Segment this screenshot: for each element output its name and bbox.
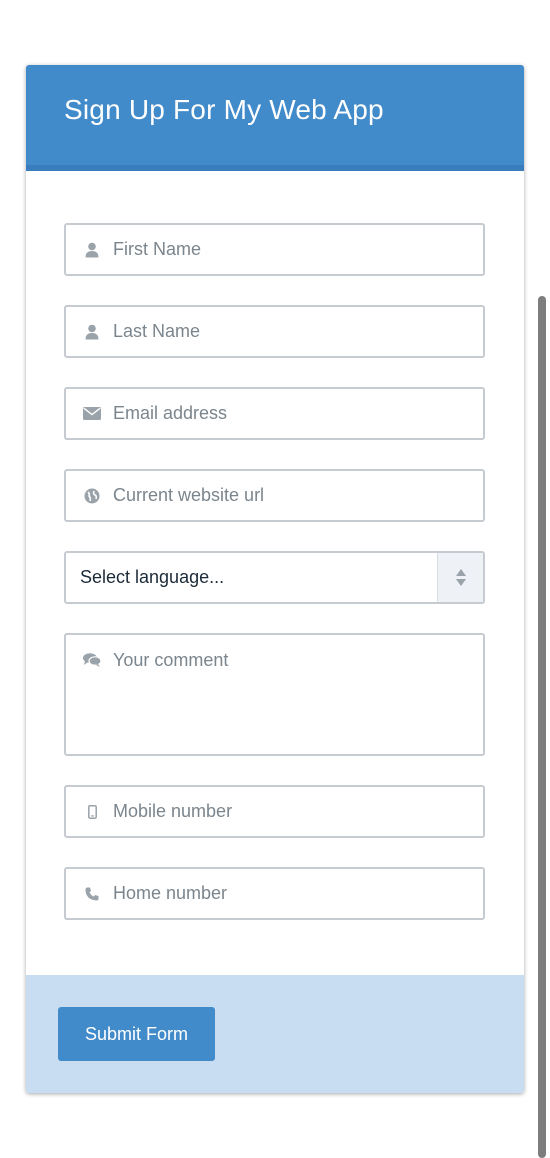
comment-field[interactable] (64, 633, 485, 756)
email-field[interactable] (64, 387, 485, 440)
user-icon (81, 239, 103, 261)
language-select-value: Select language... (80, 567, 225, 587)
home-phone-field[interactable] (64, 867, 485, 920)
email-input[interactable] (113, 403, 473, 424)
up-down-arrows-icon (437, 553, 483, 602)
form-body: Select language... (26, 171, 524, 975)
signup-card: Sign Up For My Web App First Name Last N… (26, 65, 524, 1093)
first-name-field[interactable] (64, 223, 485, 276)
user-icon (81, 321, 103, 343)
comments-icon (81, 649, 103, 671)
last-name-input[interactable] (113, 321, 473, 342)
language-select[interactable]: Select language... (64, 551, 485, 604)
form-title: Sign Up For My Web App (64, 94, 384, 125)
envelope-icon (81, 403, 103, 425)
phone-icon (81, 883, 103, 905)
submit-form-button[interactable]: Submit Form (58, 1007, 215, 1061)
card-header: Sign Up For My Web App (26, 65, 524, 171)
page: Sign Up For My Web App First Name Last N… (0, 0, 550, 1158)
scrollbar[interactable] (538, 296, 546, 1158)
website-input[interactable] (113, 485, 473, 506)
card-footer: Submit Form (26, 975, 524, 1093)
globe-icon (81, 485, 103, 507)
first-name-input[interactable] (113, 239, 473, 260)
mobile-phone-icon (81, 801, 103, 823)
mobile-field[interactable] (64, 785, 485, 838)
home-phone-input[interactable] (113, 883, 473, 904)
website-field[interactable] (64, 469, 485, 522)
comment-textarea[interactable] (113, 650, 473, 750)
mobile-input[interactable] (113, 801, 473, 822)
last-name-field[interactable] (64, 305, 485, 358)
